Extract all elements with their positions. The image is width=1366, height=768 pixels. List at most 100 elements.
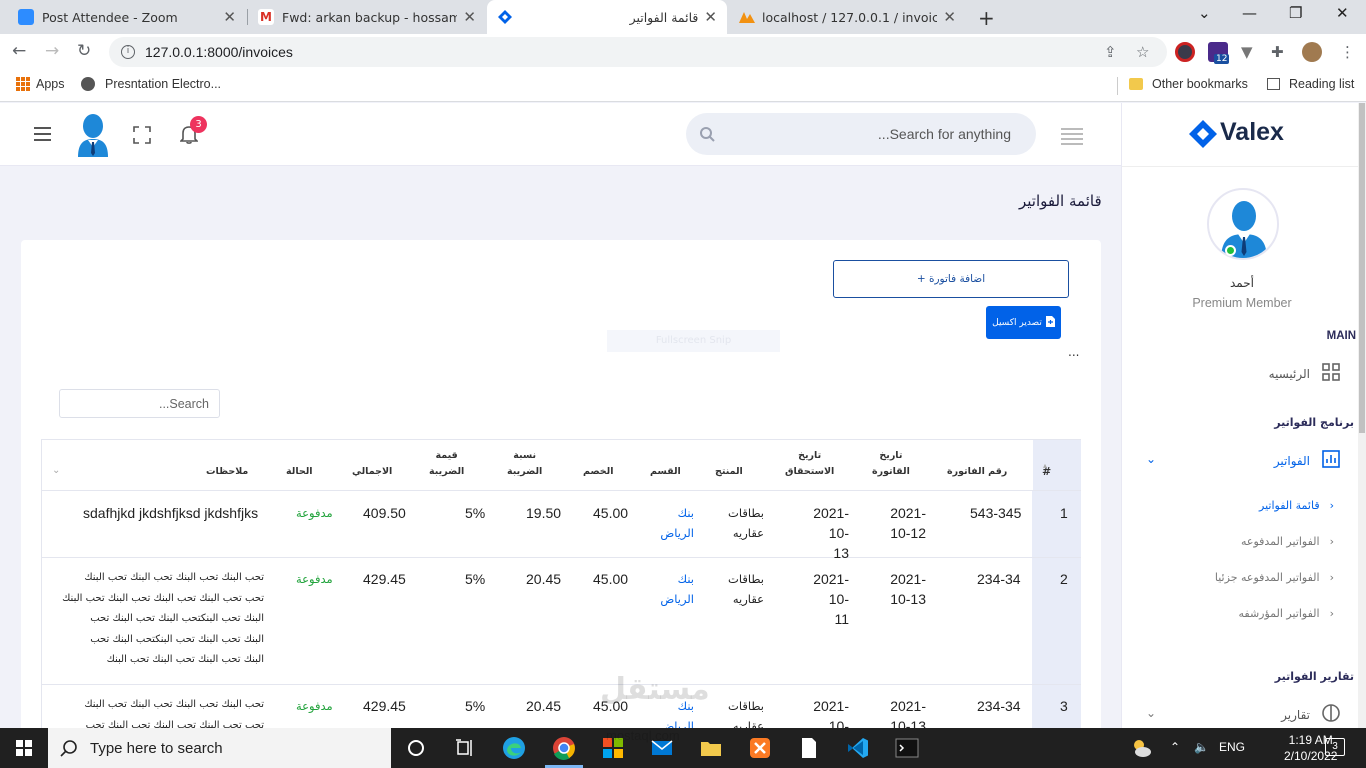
close-tab-icon[interactable]: ✕ (943, 8, 956, 26)
edge-icon[interactable] (502, 736, 526, 760)
note-line: تحب تحب البنك تحب البنك تحب البنك تحب ال… (62, 592, 264, 604)
language-indicator[interactable]: ENG (1219, 740, 1245, 754)
header-search[interactable] (686, 113, 1036, 155)
document-icon[interactable] (797, 736, 821, 760)
restore-icon[interactable]: ❐ (1289, 4, 1302, 22)
reading-list[interactable]: Reading list (1267, 77, 1354, 91)
file-explorer-icon[interactable] (699, 736, 723, 760)
sidebar-item-home[interactable]: الرئيسيه (1269, 363, 1340, 384)
cell-line: 2021-10- (813, 571, 849, 607)
sidebar-subitem-partially-paid[interactable]: الفواتير المدفوعه جزئيا › (1215, 571, 1334, 584)
column-header-discount[interactable]: الخصم (583, 464, 613, 480)
sort-icon[interactable]: ▴ (1043, 461, 1047, 470)
column-header-status[interactable]: الحالة (286, 464, 313, 480)
profile-avatar-icon[interactable] (1302, 42, 1322, 62)
volume-icon[interactable]: 🔈 (1194, 740, 1209, 754)
scrollbar-thumb[interactable] (1359, 103, 1365, 433)
column-header-invoice-number[interactable]: رقم الفاتورة (947, 464, 1007, 480)
close-window-icon[interactable]: ✕ (1336, 4, 1349, 22)
valex-logo[interactable]: Valex (1188, 118, 1284, 148)
sidebar-item-reports[interactable]: تقارير (1281, 704, 1340, 725)
show-hidden-icons[interactable]: ⌃ (1170, 740, 1180, 754)
tab-zoom[interactable]: Post Attendee - Zoom ✕ (8, 0, 246, 34)
tab-phpmyadmin[interactable]: localhost / 127.0.0.1 / invoice / u ✕ (728, 0, 966, 34)
header-search-input[interactable] (726, 113, 1011, 155)
bookmark-other[interactable]: Other bookmarks (1129, 77, 1248, 91)
chrome-menu-icon[interactable]: ⋮ (1340, 43, 1355, 61)
cell-section-link[interactable]: بنك الرياض (652, 503, 694, 543)
share-icon[interactable]: ⇪ (1104, 43, 1117, 61)
divider (1122, 166, 1358, 167)
sidebar-subitem-label: قائمة الفواتير (1259, 499, 1320, 512)
taskbar-search[interactable]: Type here to search (48, 728, 391, 768)
cell-line: بنك (677, 506, 694, 520)
column-header-notes[interactable]: ملاحظات (206, 464, 248, 480)
fullscreen-icon[interactable] (133, 126, 151, 144)
bookmarks-bar: Apps Presntation Electro... Other bookma… (0, 70, 1366, 102)
sidebar-subitem-paid[interactable]: الفواتير المدفوعه › (1241, 535, 1334, 548)
task-view-icon[interactable] (453, 736, 477, 760)
chevron-down-icon[interactable]: ⌄ (1146, 706, 1156, 720)
gmail-icon: M (258, 9, 274, 25)
tab-gmail[interactable]: M Fwd: arkan backup - hossamibra ✕ (248, 0, 486, 34)
bookmark-star-icon[interactable]: ☆ (1136, 43, 1149, 61)
sidebar-scrollbar[interactable] (1358, 103, 1366, 728)
profile-avatar[interactable] (1207, 188, 1279, 260)
reload-icon[interactable]: ↻ (77, 41, 91, 61)
site-info-icon[interactable]: i (121, 45, 135, 59)
column-header-total[interactable]: الاجمالي (352, 464, 392, 480)
column-header-tax-rate[interactable]: نسبة الضريبة (507, 448, 542, 480)
weather-icon[interactable] (1129, 736, 1153, 760)
chevron-down-icon[interactable]: ⌄ (52, 465, 60, 476)
cell-section-link[interactable]: بنك الرياض (652, 569, 694, 609)
new-tab-button[interactable]: + (978, 6, 995, 30)
back-icon[interactable]: ← (12, 41, 26, 61)
notification-count-badge: 3 (190, 116, 207, 133)
xampp-icon[interactable] (748, 736, 772, 760)
add-invoice-button[interactable]: + اضافة فاتورة (833, 260, 1069, 298)
fullscreen-snip-hint: Fullscreen Snip (607, 330, 780, 352)
table-search-input[interactable] (59, 389, 220, 418)
search-icon[interactable] (699, 126, 715, 142)
extension-v-icon[interactable]: ▼ (1241, 43, 1253, 61)
bookmark-presentation[interactable]: Presntation Electro... (81, 77, 221, 91)
more-options-icon[interactable]: ... (1068, 345, 1079, 359)
sidebar-item-invoices[interactable]: الفواتير (1274, 450, 1340, 471)
cell-notes: تحب البنك تحب البنك تحب البنك تحب البنك … (54, 568, 264, 671)
column-header-section[interactable]: القسم (650, 464, 681, 480)
notification-center-icon[interactable]: 3 (1325, 738, 1345, 756)
bookmark-separator (1117, 77, 1118, 95)
vscode-icon[interactable] (846, 736, 870, 760)
sidebar-subitem-archived[interactable]: الفواتير المؤرشفه › (1238, 607, 1334, 620)
cortana-icon[interactable] (404, 736, 428, 760)
column-header-invoice-date[interactable]: تاريخ القاتورة (872, 448, 910, 480)
chevron-down-icon[interactable]: ⌄ (1146, 452, 1156, 466)
windows-start-icon[interactable] (16, 740, 32, 756)
bookmark-apps[interactable]: Apps (16, 77, 65, 91)
column-header-tax-value[interactable]: قيمة الضريبة (429, 448, 464, 480)
close-tab-icon[interactable]: ✕ (463, 8, 476, 26)
chrome-icon[interactable] (552, 736, 576, 760)
sidebar-subitem-invoice-list[interactable]: قائمة الفواتير › (1259, 499, 1334, 512)
forward-icon[interactable]: → (45, 41, 59, 61)
column-header-due-date[interactable]: تاريخ الاستحقاق (785, 448, 834, 480)
close-tab-icon[interactable]: ✕ (223, 8, 236, 26)
user-avatar[interactable] (76, 113, 110, 157)
sidebar-item-label: الرئيسيه (1268, 366, 1310, 381)
minimize-icon[interactable]: — (1242, 4, 1257, 22)
watermark-logo: مستقل (600, 672, 710, 707)
extensions-puzzle-icon[interactable]: ✚ (1271, 43, 1284, 61)
cell-line: الرياض (660, 526, 694, 540)
terminal-icon[interactable] (895, 736, 919, 760)
column-header-product[interactable]: المنتج (715, 464, 743, 480)
tab-invoices[interactable]: قائمة الفواتير ✕ (487, 0, 727, 34)
close-tab-icon[interactable]: ✕ (704, 8, 717, 26)
export-excel-button[interactable]: تصدير اكسيل (986, 306, 1061, 339)
omnibox[interactable]: i 127.0.0.1:8000/invoices (109, 37, 1167, 67)
tab-search-icon[interactable]: ⌄ (1198, 4, 1211, 22)
right-menu-icon[interactable] (1061, 128, 1083, 148)
chevron-right-icon: › (1329, 607, 1334, 620)
hamburger-menu-icon[interactable] (34, 127, 51, 145)
cell-tax-value: 5% (465, 698, 486, 714)
extension-icon[interactable] (1175, 42, 1195, 62)
